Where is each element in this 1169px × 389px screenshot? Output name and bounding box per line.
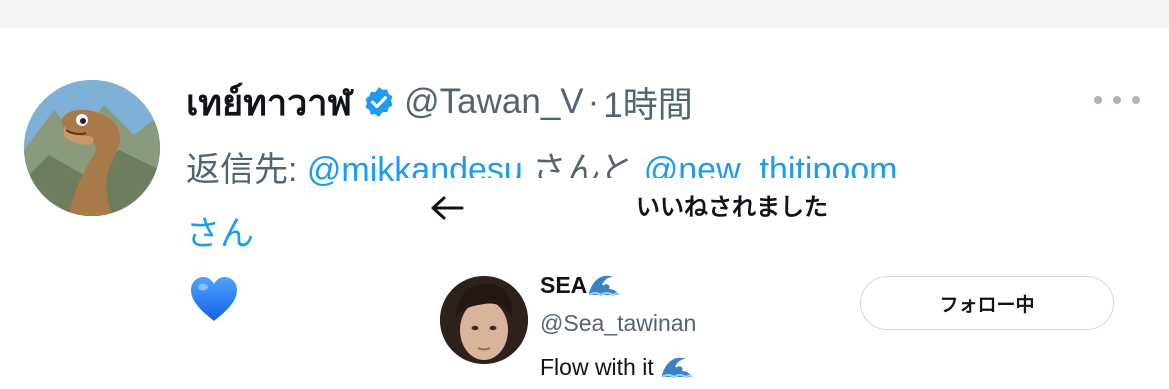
wave-icon	[587, 271, 621, 297]
dinosaur-avatar-image	[24, 80, 160, 216]
reply-prefix: 返信先:	[186, 151, 307, 189]
separator-dot: ·	[587, 82, 600, 121]
user-avatar[interactable]	[440, 276, 528, 364]
user-name-text: SEA	[540, 272, 588, 298]
tweet-timestamp[interactable]: 1時間	[603, 77, 692, 128]
user-handle[interactable]: @Sea_tawinan	[540, 308, 696, 338]
blue-heart-icon	[188, 274, 240, 324]
likes-panel-title: いいねされました	[636, 194, 828, 221]
wave-icon	[660, 353, 694, 379]
display-name[interactable]: เทย์ทาวาฬ	[186, 74, 352, 131]
reply-suffix: さん	[186, 215, 254, 253]
back-arrow-icon[interactable]	[430, 196, 464, 220]
author-avatar[interactable]	[24, 80, 160, 216]
more-options-icon[interactable]	[1094, 90, 1140, 110]
following-button[interactable]: フォロー中	[860, 276, 1114, 330]
verified-badge-icon	[362, 85, 396, 119]
author-handle[interactable]: @Tawan_V	[404, 82, 584, 122]
user-photo-image	[440, 276, 528, 364]
likes-panel: いいねされました SEA @Sea_tawinan Flow with it フ…	[402, 178, 1169, 389]
user-name[interactable]: SEA	[540, 270, 621, 300]
user-bio-text: Flow with it	[540, 354, 654, 380]
tweet-header: เทย์ทาวาฬ @Tawan_V · 1時間	[186, 76, 693, 128]
user-bio: Flow with it	[540, 352, 694, 382]
